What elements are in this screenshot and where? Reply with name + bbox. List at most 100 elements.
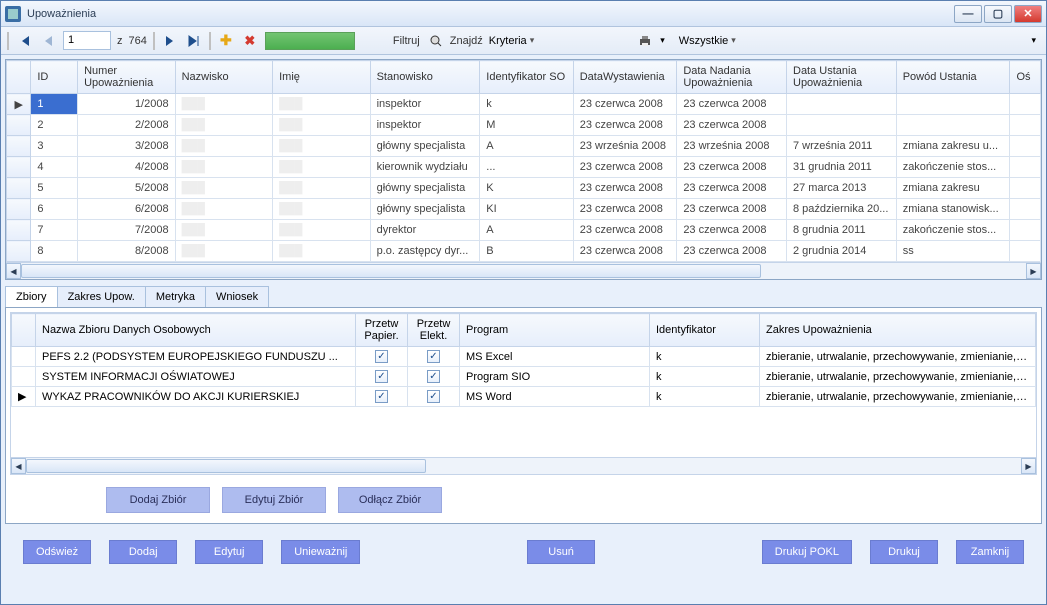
cell-du[interactable]: 2 grudnia 2014 [787,241,897,262]
cell-id[interactable]: 1 [31,94,78,115]
col-numer[interactable]: Numer Upoważnienia [78,61,176,94]
col-imie[interactable]: Imię [273,61,371,94]
pcol-pe[interactable]: Przetw Elekt. [408,314,460,347]
delete-button[interactable]: Usuń [527,540,595,564]
cell-du[interactable] [787,94,897,115]
cell-ident[interactable]: k [650,367,760,387]
cell-du[interactable]: 31 grudnia 2011 [787,157,897,178]
tab-wniosek[interactable]: Wniosek [205,286,269,307]
cell-pu[interactable]: ss [896,241,1010,262]
cell-scope[interactable]: zbieranie, utrwalanie, przechowywanie, z… [760,367,1036,387]
cell-dn[interactable]: 23 czerwca 2008 [677,178,787,199]
cell-ident[interactable]: K [480,178,573,199]
cell-du[interactable]: 8 grudnia 2011 [787,220,897,241]
cell-os[interactable] [1010,199,1041,220]
cell-id[interactable]: 6 [31,199,78,220]
cell-imie[interactable]: ███ [273,157,371,178]
cell-dw[interactable]: 23 czerwca 2008 [573,241,677,262]
close-button-bottom[interactable]: Zamknij [956,540,1024,564]
cell-id[interactable]: 4 [31,157,78,178]
cell-dn[interactable]: 23 czerwca 2008 [677,220,787,241]
cell-id[interactable]: 7 [31,220,78,241]
cell-num[interactable]: 4/2008 [78,157,176,178]
cell-ident[interactable]: KI [480,199,573,220]
col-powod[interactable]: Powód Ustania [896,61,1010,94]
cell-os[interactable] [1010,241,1041,262]
col-data-ust[interactable]: Data Ustania Upoważnienia [787,61,897,94]
chevron-down-icon[interactable]: ▾ [1031,35,1036,46]
cell-nazw[interactable]: ███ [175,94,273,115]
cell-dw[interactable]: 23 czerwca 2008 [573,157,677,178]
scroll-left-icon[interactable]: ◀ [11,458,26,474]
cell-dw[interactable]: 23 września 2008 [573,136,677,157]
cell-ident[interactable]: B [480,241,573,262]
cell-num[interactable]: 3/2008 [78,136,176,157]
table-row[interactable]: ▶11/2008██████inspektork23 czerwca 20082… [7,94,1041,115]
cell-stan[interactable]: główny specjalista [370,178,480,199]
cell-ident[interactable]: A [480,220,573,241]
cell-imie[interactable]: ███ [273,94,371,115]
table-row[interactable]: 44/2008██████kierownik wydziału...23 cze… [7,157,1041,178]
cell-nazw[interactable]: ███ [175,157,273,178]
cell-nazw[interactable]: ███ [175,199,273,220]
pcol-name[interactable]: Nazwa Zbioru Danych Osobowych [36,314,356,347]
cell-name[interactable]: SYSTEM INFORMACJI OŚWIATOWEJ [36,367,356,387]
cell-ident[interactable]: k [650,387,760,407]
cell-program[interactable]: MS Excel [460,347,650,367]
close-button[interactable]: ✕ [1014,5,1042,23]
list-item[interactable]: SYSTEM INFORMACJI OŚWIATOWEJ✓✓Program SI… [12,367,1036,387]
cell-stan[interactable]: inspektor [370,115,480,136]
cell-program[interactable]: MS Word [460,387,650,407]
add-record-button[interactable]: ✚ [217,32,235,50]
table-row[interactable]: 33/2008██████główny specjalistaA23 wrześ… [7,136,1041,157]
tab-metryka[interactable]: Metryka [145,286,206,307]
cell-dn[interactable]: 23 czerwca 2008 [677,157,787,178]
cell-dn[interactable]: 23 czerwca 2008 [677,94,787,115]
cell-dn[interactable]: 23 czerwca 2008 [677,115,787,136]
cell-pu[interactable] [896,94,1010,115]
table-row[interactable]: 77/2008██████dyrektorA23 czerwca 200823 … [7,220,1041,241]
chevron-down-icon[interactable]: ▾ [660,35,665,46]
panel-hscroll[interactable]: ◀ ▶ [11,457,1036,474]
cell-imie[interactable]: ███ [273,115,371,136]
cell-pu[interactable]: zmiana zakresu u... [896,136,1010,157]
cell-pu[interactable]: zmiana zakresu [896,178,1010,199]
cell-id[interactable]: 5 [31,178,78,199]
col-stanowisko[interactable]: Stanowisko [370,61,480,94]
col-nazwisko[interactable]: Nazwisko [175,61,273,94]
detach-zbior-button[interactable]: Odłącz Zbiór [338,487,442,513]
invalidate-button[interactable]: Unieważnij [281,540,360,564]
cell-pu[interactable]: zmiana stanowisk... [896,199,1010,220]
cell-pu[interactable]: zakończenie stos... [896,157,1010,178]
checkbox-papier[interactable]: ✓ [356,347,408,367]
pcol-ident[interactable]: Identyfikator [650,314,760,347]
cell-scope[interactable]: zbieranie, utrwalanie, przechowywanie, z… [760,347,1036,367]
cell-du[interactable]: 8 października 20... [787,199,897,220]
list-item[interactable]: ▶WYKAZ PRACOWNIKÓW DO AKCJI KURIERSKIEJ✓… [12,387,1036,407]
cell-os[interactable] [1010,178,1041,199]
last-page-button[interactable] [185,32,203,50]
cell-dn[interactable]: 23 czerwca 2008 [677,199,787,220]
table-row[interactable]: 22/2008██████inspektorM23 czerwca 200823… [7,115,1041,136]
cell-pu[interactable]: zakończenie stos... [896,220,1010,241]
cell-os[interactable] [1010,115,1041,136]
scroll-thumb[interactable] [21,264,761,278]
cell-stan[interactable]: dyrektor [370,220,480,241]
cell-id[interactable]: 3 [31,136,78,157]
cell-dw[interactable]: 23 czerwca 2008 [573,199,677,220]
cell-dn[interactable]: 23 września 2008 [677,136,787,157]
col-data-wyst[interactable]: DataWystawienia [573,61,677,94]
scroll-right-icon[interactable]: ▶ [1021,458,1036,474]
cell-imie[interactable]: ███ [273,220,371,241]
cell-os[interactable] [1010,220,1041,241]
table-row[interactable]: 66/2008██████główny specjalistaKI23 czer… [7,199,1041,220]
cell-os[interactable] [1010,94,1041,115]
prev-page-button[interactable] [39,32,57,50]
cell-du[interactable] [787,115,897,136]
cell-id[interactable]: 8 [31,241,78,262]
cell-du[interactable]: 7 września 2011 [787,136,897,157]
cell-nazw[interactable]: ███ [175,241,273,262]
maximize-button[interactable]: ▢ [984,5,1012,23]
cell-ident[interactable]: A [480,136,573,157]
cell-stan[interactable]: kierownik wydziału [370,157,480,178]
